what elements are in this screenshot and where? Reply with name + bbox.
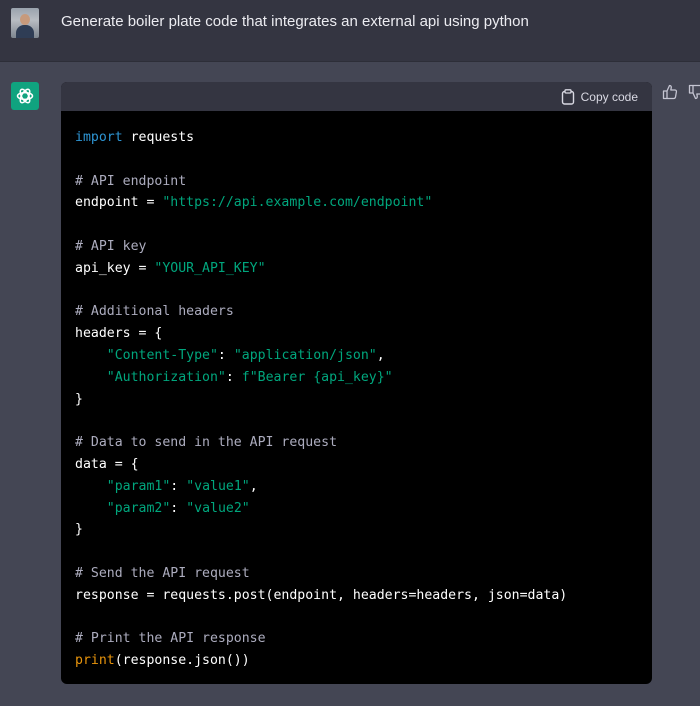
- code-token: # Data to send in the API request: [75, 435, 338, 451]
- code-token: response = requests.post(endpoint, heade…: [75, 587, 568, 603]
- code-line: # API endpoint: [75, 171, 567, 193]
- thumbs-up-icon: [662, 84, 678, 100]
- code-token: "value1": [186, 478, 250, 494]
- code-line: ​: [75, 607, 567, 629]
- code-token: import: [75, 130, 123, 145]
- code-token: # API key: [75, 238, 147, 254]
- code-line: "param1": "value1",: [75, 476, 567, 498]
- code-token: # Send the API request: [75, 565, 250, 581]
- code-token: :: [225, 369, 242, 385]
- code-line: endpoint = "https://api.example.com/endp…: [75, 192, 567, 214]
- code-line: response = requests.post(endpoint, heade…: [75, 585, 567, 607]
- code-line: api_key = "YOUR_API_KEY": [75, 258, 567, 280]
- code-line: import requests: [75, 127, 567, 149]
- code-token: "application/json": [233, 347, 377, 363]
- code-token: f"Bearer {api_key}": [241, 369, 393, 385]
- code-token: "https://api.example.com/endpoint": [162, 195, 433, 211]
- code-line: print(response.json()): [75, 650, 567, 672]
- code-token: endpoint =: [75, 195, 163, 211]
- assistant-message-row: Copy code import requests​# API endpoint…: [0, 62, 700, 706]
- code-token: print: [75, 653, 115, 669]
- code-line: # Send the API request: [75, 563, 567, 585]
- code-line: # API key: [75, 236, 567, 258]
- code-token: "Content-Type": [106, 347, 218, 363]
- code-line: }: [75, 389, 567, 411]
- code-line: ​: [75, 410, 567, 432]
- code-token: ,: [376, 347, 385, 363]
- code-line: ​: [75, 214, 567, 236]
- code-line: "Content-Type": "application/json",: [75, 345, 567, 367]
- code-line: "param2": "value2": [75, 498, 567, 520]
- code-token: :: [170, 478, 187, 494]
- code-line: headers = {: [75, 323, 567, 345]
- code-token: "param1": [106, 478, 171, 494]
- copy-code-button[interactable]: Copy code: [561, 88, 638, 106]
- code-block: Copy code import requests​# API endpoint…: [61, 82, 652, 684]
- code-line: data = {: [75, 454, 567, 476]
- code-token: (response.json()): [114, 653, 250, 669]
- code-token: ,: [249, 478, 258, 494]
- code-line: "Authorization": f"Bearer {api_key}": [75, 367, 567, 389]
- code-token: # API endpoint: [75, 173, 187, 189]
- thumbs-down-icon: [688, 84, 700, 100]
- code-header: Copy code: [61, 82, 652, 111]
- code-token: "value2": [186, 500, 250, 516]
- code-line: ​: [75, 149, 567, 171]
- code-token: "YOUR_API_KEY": [154, 260, 266, 276]
- code-token: api_key =: [75, 260, 155, 276]
- code-token: :: [170, 500, 187, 516]
- code-content: import requests​# API endpointendpoint =…: [75, 127, 567, 672]
- code-token: requests: [122, 130, 195, 145]
- thumbs-up-button[interactable]: [662, 84, 680, 102]
- code-line: ​: [75, 280, 567, 302]
- user-message-text: Generate boiler plate code that integrat…: [61, 13, 529, 30]
- openai-logo-glyph: [16, 88, 34, 104]
- avatar: [11, 8, 39, 38]
- code-token: data = {: [75, 456, 139, 472]
- code-line: # Print the API response: [75, 628, 567, 650]
- code-line: # Data to send in the API request: [75, 432, 567, 454]
- avatar-head: [20, 14, 30, 25]
- user-message-row: Generate boiler plate code that integrat…: [0, 0, 700, 62]
- code-line: ​: [75, 541, 567, 563]
- code-token: # Additional headers: [75, 304, 234, 320]
- code-token: }: [75, 391, 83, 407]
- copy-code-label: Copy code: [580, 90, 638, 104]
- code-token: }: [75, 522, 83, 538]
- openai-logo-icon: [11, 82, 39, 110]
- code-token: headers = {: [75, 326, 163, 342]
- code-token: "param2": [106, 500, 171, 516]
- code-line: # Additional headers: [75, 301, 567, 323]
- code-token: "Authorization": [106, 369, 226, 385]
- code-token: # Print the API response: [75, 631, 266, 647]
- code-line: }: [75, 519, 567, 541]
- avatar-body: [16, 25, 34, 38]
- thumbs-down-button[interactable]: [688, 84, 700, 102]
- code-token: :: [217, 347, 234, 363]
- clipboard-icon: [561, 89, 574, 105]
